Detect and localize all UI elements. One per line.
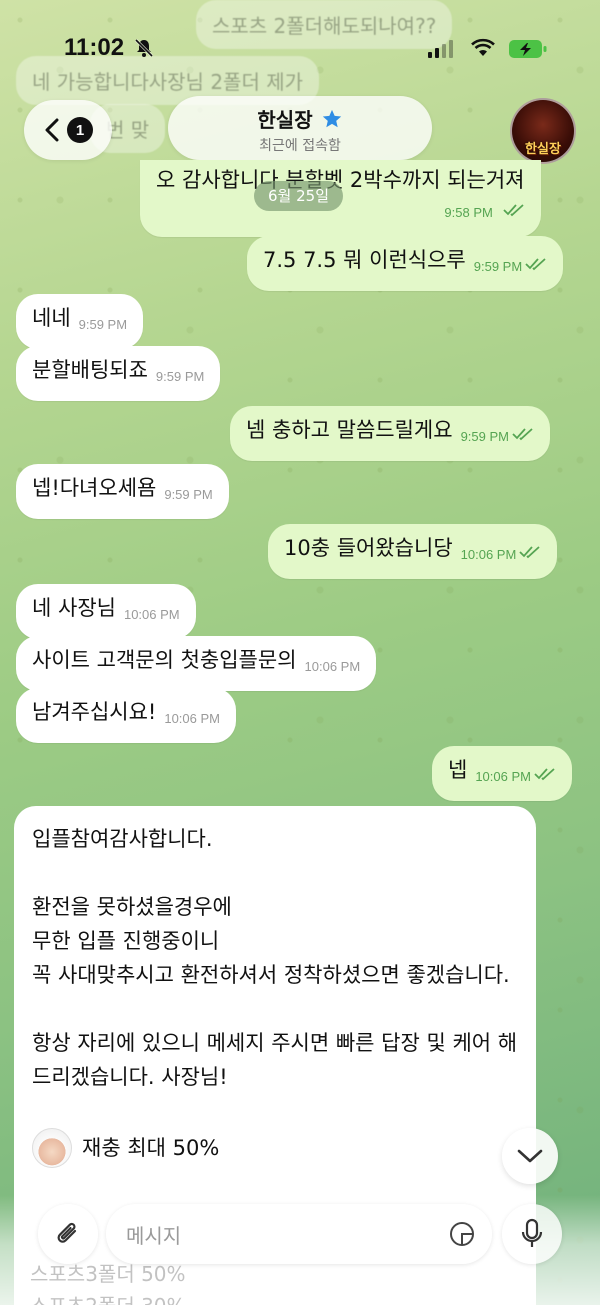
chat-title: 한실장 bbox=[257, 108, 313, 132]
date-separator: 6월 25일 bbox=[254, 181, 343, 211]
back-button[interactable]: 1 bbox=[24, 100, 112, 160]
message-incoming[interactable]: 넵!다녀오세욤 9:59 PM bbox=[16, 464, 229, 519]
message-time: 9:59 PM bbox=[78, 317, 128, 332]
message-time: 10:06 PM bbox=[475, 769, 531, 784]
message-text: 10충 들어왔습니당 bbox=[284, 536, 453, 560]
microphone-icon bbox=[521, 1218, 543, 1247]
status-bar: 11:02 bbox=[0, 0, 600, 95]
star-icon bbox=[322, 109, 341, 127]
message-input-placeholder: 메시지 bbox=[126, 1223, 182, 1248]
promo-text: 재충 최대 50% bbox=[82, 1136, 220, 1160]
message-incoming[interactable]: 남겨주십시요! 10:06 PM bbox=[16, 688, 236, 743]
cellular-signal-icon bbox=[428, 40, 453, 58]
character-emoji-icon bbox=[32, 1128, 72, 1168]
microphone-button[interactable] bbox=[502, 1204, 562, 1264]
status-time: 11:02 bbox=[64, 34, 125, 61]
double-check-icon bbox=[519, 546, 540, 559]
scroll-to-bottom-button[interactable] bbox=[502, 1128, 558, 1184]
message-text: 넴 충하고 말씀드릴게요 bbox=[246, 418, 453, 442]
double-check-icon bbox=[525, 258, 546, 271]
sticker-icon[interactable] bbox=[448, 1220, 476, 1248]
message-time: 10:06 PM bbox=[164, 711, 220, 726]
message-text: 네네 bbox=[32, 306, 71, 330]
promo-line: 재충 최대 50% bbox=[32, 1128, 518, 1168]
attach-button[interactable] bbox=[38, 1204, 98, 1264]
message-incoming[interactable]: 사이트 고객문의 첫충입플문의 10:06 PM bbox=[16, 636, 377, 691]
message-time: 9:58 PM bbox=[444, 205, 493, 220]
bell-slash-icon bbox=[134, 38, 154, 58]
message-time: 9:59 PM bbox=[155, 369, 205, 384]
double-check-icon bbox=[502, 204, 524, 217]
paperclip-icon bbox=[57, 1222, 77, 1243]
message-text: 네 사장님 bbox=[32, 596, 116, 620]
chat-title-button[interactable]: 한실장 최근에 접속함 bbox=[168, 96, 432, 160]
message-time: 9:59 PM bbox=[164, 487, 213, 502]
message-text: 넵 bbox=[448, 758, 468, 782]
ghost-text: 스포츠2폴더 30% bbox=[30, 1290, 186, 1305]
message-outgoing[interactable]: 7.5 7.5 뭐 이런식으루 9:59 PM bbox=[247, 236, 564, 291]
chevron-left-icon bbox=[45, 118, 59, 142]
message-time: 9:59 PM bbox=[460, 429, 509, 444]
message-text: 사이트 고객문의 첫충입플문의 bbox=[32, 648, 297, 672]
message-time: 10:06 PM bbox=[123, 607, 180, 622]
message-time: 10:06 PM bbox=[460, 547, 517, 562]
wifi-icon bbox=[471, 38, 495, 56]
chevron-down-icon bbox=[517, 1149, 543, 1163]
message-time: 9:59 PM bbox=[473, 259, 523, 274]
unread-count-badge: 1 bbox=[67, 117, 93, 143]
double-check-icon bbox=[512, 428, 533, 441]
message-outgoing[interactable]: 넴 충하고 말씀드릴게요 9:59 PM bbox=[230, 406, 550, 461]
battery-charging-icon bbox=[509, 40, 547, 58]
avatar-label: 한실장 bbox=[525, 142, 561, 157]
message-incoming[interactable]: 네 사장님 10:06 PM bbox=[16, 584, 196, 639]
double-check-icon bbox=[534, 768, 555, 781]
message-text: 7.5 7.5 뭐 이런식으루 bbox=[263, 248, 466, 272]
message-outgoing[interactable]: 넵 10:06 PM bbox=[432, 746, 572, 801]
message-paragraph: 항상 자리에 있으니 메세지 주시면 빠른 답장 및 케어 해드리겠습니다. 사… bbox=[32, 1031, 518, 1089]
message-outgoing[interactable]: 10충 들어왔습니당 10:06 PM bbox=[268, 524, 558, 579]
message-text: 분할배팅되죠 bbox=[32, 358, 148, 382]
message-text: 넵!다녀오세욤 bbox=[32, 476, 157, 500]
message-time: 10:06 PM bbox=[304, 659, 361, 674]
last-seen-status: 최근에 접속함 bbox=[259, 138, 341, 154]
message-paragraph: 입플참여감사합니다. bbox=[32, 827, 213, 851]
message-text: 남겨주십시요! bbox=[32, 700, 157, 724]
message-incoming[interactable]: 분할배팅되죠 9:59 PM bbox=[16, 346, 221, 401]
avatar[interactable]: 한실장 bbox=[510, 98, 576, 164]
message-incoming[interactable]: 네네 9:59 PM bbox=[16, 294, 144, 349]
message-input[interactable]: 메시지 bbox=[106, 1204, 492, 1264]
message-paragraph: 환전을 못하셨을경우에 무한 입플 진행중이니 꼭 사대맞추시고 환전하셔서 정… bbox=[32, 895, 510, 987]
